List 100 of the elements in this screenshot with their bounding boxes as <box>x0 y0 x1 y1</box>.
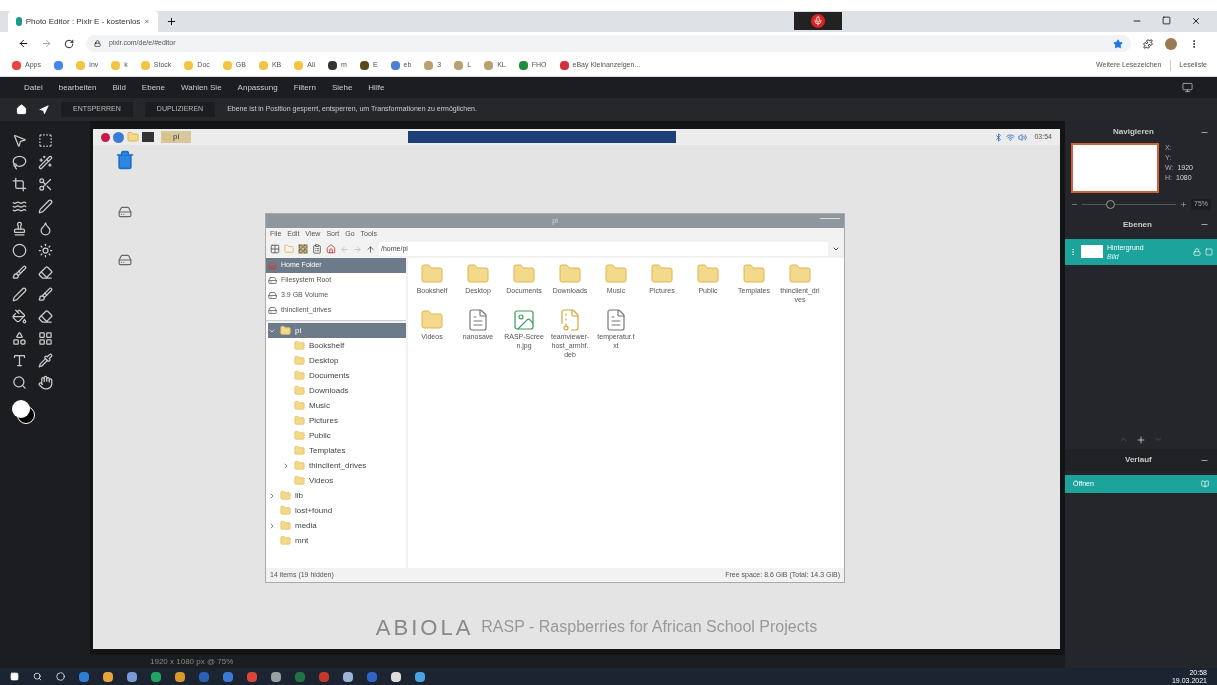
browser-tab[interactable]: Photo Editor : Pixlr E - kostenlos <box>8 11 158 32</box>
app-icon[interactable] <box>415 671 425 682</box>
close-icon[interactable] <box>1191 16 1201 26</box>
trash-icon[interactable] <box>115 149 135 171</box>
pen-icon[interactable] <box>38 199 53 214</box>
folder-icon <box>650 262 674 286</box>
tree-item[interactable]: mnt <box>268 533 406 548</box>
tree-item[interactable]: Templates <box>282 443 406 458</box>
taskbar-window[interactable]: pi <box>161 131 191 143</box>
tree-item[interactable]: Desktop <box>282 353 406 368</box>
lasso-icon[interactable] <box>12 155 27 170</box>
brush-icon[interactable] <box>38 287 53 302</box>
slider-thumb[interactable] <box>1106 199 1116 209</box>
folder-icon <box>788 262 812 286</box>
up-icon[interactable] <box>366 244 375 254</box>
search-icon[interactable] <box>12 375 27 390</box>
app-icon[interactable] <box>127 671 137 682</box>
paint-bucket-icon[interactable] <box>12 309 27 324</box>
collapse-icon[interactable] <box>268 491 276 500</box>
tree-item[interactable]: Public <box>282 428 406 443</box>
droplet-icon[interactable] <box>38 221 53 236</box>
globe-icon[interactable] <box>113 131 124 143</box>
panel-toggle-icon[interactable] <box>1182 82 1193 93</box>
folder-icon <box>420 308 444 332</box>
tree-item[interactable]: Bookshelf <box>282 338 406 353</box>
text-icon[interactable] <box>12 353 27 368</box>
crop-icon[interactable] <box>12 177 27 192</box>
menu-item[interactable]: Datei <box>24 81 43 94</box>
menu-item[interactable]: Ebene <box>141 81 165 94</box>
menu-item[interactable]: Hilfe <box>368 81 385 94</box>
app-icon[interactable] <box>391 671 401 682</box>
tree-item[interactable]: Pictures <box>282 413 406 428</box>
tree-item[interactable]: lost+found <box>268 503 406 518</box>
tree-item[interactable]: Videos <box>282 473 406 488</box>
tree-item[interactable]: media <box>268 518 406 533</box>
cortana-icon[interactable] <box>56 672 65 681</box>
bluetooth-icon[interactable] <box>994 132 1004 142</box>
app-icon[interactable] <box>175 671 185 682</box>
lock-icon[interactable] <box>1193 247 1201 256</box>
tree-item[interactable]: lib <box>268 488 406 503</box>
icon-view-icon[interactable] <box>298 244 308 254</box>
grid-icon[interactable] <box>38 331 53 346</box>
visibility-checkbox[interactable] <box>1205 247 1213 256</box>
sun-icon[interactable] <box>38 243 53 258</box>
eraser-icon[interactable] <box>38 309 53 324</box>
wand-icon[interactable] <box>38 155 53 170</box>
app-icon[interactable] <box>103 671 113 682</box>
menu-item[interactable]: Wahlen Sie <box>181 81 222 94</box>
list-view-icon[interactable] <box>312 244 322 254</box>
eraser-icon[interactable] <box>38 265 53 280</box>
pointer-icon[interactable] <box>12 133 27 148</box>
collapse-icon[interactable] <box>268 521 276 530</box>
pen-icon[interactable] <box>12 287 27 302</box>
zoom-in-icon[interactable] <box>1180 200 1187 208</box>
search-icon[interactable] <box>33 672 42 681</box>
menu-item[interactable]: Siehe <box>331 81 353 94</box>
archive-file-icon <box>558 308 582 332</box>
folder-icon <box>420 262 444 286</box>
shapes-icon[interactable] <box>12 331 27 346</box>
menu-item[interactable]: Anpassung <box>237 81 278 94</box>
app-icon[interactable] <box>343 671 353 682</box>
marquee-icon[interactable] <box>38 133 53 148</box>
tree-item[interactable]: pi <box>268 323 406 338</box>
add-layer-icon[interactable] <box>1136 435 1146 445</box>
zoom-slider[interactable] <box>1082 199 1176 210</box>
drag-handle-icon[interactable] <box>1069 246 1077 257</box>
circle-icon[interactable] <box>12 243 27 258</box>
start-icon[interactable] <box>10 672 19 681</box>
menu-item[interactable]: Filtern <box>293 81 316 94</box>
reload-icon[interactable] <box>64 38 74 49</box>
app-icon[interactable] <box>151 671 161 682</box>
back-icon[interactable] <box>18 38 29 49</box>
avatar[interactable] <box>1165 37 1177 50</box>
wifi-icon[interactable] <box>1006 132 1016 142</box>
app-icon[interactable] <box>271 671 281 682</box>
new-tab-icon[interactable] <box>166 16 177 27</box>
app-icon <box>16 17 22 26</box>
scissors-icon[interactable] <box>38 177 53 192</box>
stamp-icon[interactable] <box>12 221 27 236</box>
collapse-icon[interactable] <box>282 461 290 470</box>
new-window-icon[interactable] <box>270 244 280 254</box>
brush-icon[interactable] <box>12 265 27 280</box>
menu-item[interactable]: Bild <box>112 81 126 94</box>
tree-item[interactable]: Music <box>282 398 406 413</box>
tree-item[interactable]: Downloads <box>282 383 406 398</box>
recorder-widget[interactable] <box>794 12 842 30</box>
panel-title: Verlauf <box>1125 454 1152 466</box>
tree-item[interactable]: thinclient_drives <box>282 458 406 473</box>
star-icon[interactable] <box>1113 38 1123 49</box>
panel-title: Ebenen <box>1123 218 1152 231</box>
extensions-icon[interactable] <box>1143 38 1153 49</box>
hand-icon[interactable] <box>38 375 53 390</box>
waves-icon[interactable] <box>12 199 27 214</box>
menu-item[interactable]: bearbeiten <box>58 81 97 94</box>
tree-item[interactable]: Documents <box>282 368 406 383</box>
dropdown-icon[interactable] <box>832 245 840 253</box>
maximize-icon[interactable] <box>1162 16 1171 25</box>
raspberry-icon[interactable] <box>101 132 110 142</box>
pipette-icon[interactable] <box>38 353 53 368</box>
microphone-icon[interactable] <box>811 14 825 28</box>
